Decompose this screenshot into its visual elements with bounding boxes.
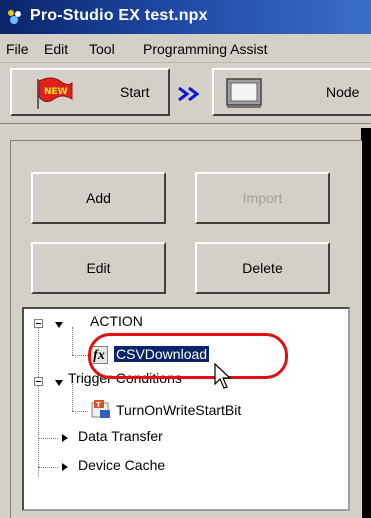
menu-programming-assist[interactable]: Programming Assist	[143, 41, 267, 57]
collapse-toggle[interactable]	[34, 319, 43, 328]
trigger-icon: T	[91, 400, 110, 418]
start-label: Start	[120, 84, 150, 100]
app-icon	[8, 10, 21, 24]
double-chevron-right-icon	[178, 87, 200, 101]
monitor-icon	[226, 78, 262, 108]
svg-text:NEW: NEW	[44, 87, 68, 97]
title-bar[interactable]: Pro-Studio EX test.npx	[0, 0, 371, 34]
window-title: Pro-Studio EX test.npx	[30, 7, 208, 24]
expanded-arrow-icon	[55, 322, 63, 328]
collapse-toggle[interactable]	[34, 377, 43, 386]
tree-line	[72, 327, 73, 355]
menu-file[interactable]: File	[6, 41, 29, 57]
expanded-arrow-icon	[55, 380, 63, 386]
import-button[interactable]: Import	[195, 172, 330, 224]
tree-line	[38, 438, 58, 439]
start-button[interactable]: NEW Start	[10, 68, 170, 116]
tree-line	[38, 322, 39, 477]
left-strip	[0, 128, 10, 518]
tree-item-action[interactable]: ACTION	[90, 313, 143, 329]
dark-edge	[361, 128, 371, 518]
toolbar: NEW Start Node	[0, 63, 371, 124]
menu-tool[interactable]: Tool	[89, 41, 115, 57]
app-window: Pro-Studio EX test.npx File Edit Tool Pr…	[0, 0, 371, 518]
tree-item-data-transfer[interactable]: Data Transfer	[78, 428, 163, 444]
add-button[interactable]: Add	[31, 172, 166, 224]
menu-edit[interactable]: Edit	[44, 41, 68, 57]
menu-bar: File Edit Tool Programming Assist	[0, 34, 371, 63]
new-flag-icon: NEW	[37, 77, 73, 109]
collapsed-arrow-icon	[62, 434, 68, 442]
node-label: Node	[326, 84, 360, 100]
delete-button[interactable]: Delete	[195, 242, 330, 294]
svg-text:T: T	[96, 401, 101, 409]
tree-line	[38, 467, 58, 468]
edit-button[interactable]: Edit	[31, 242, 166, 294]
tree-line	[72, 411, 88, 412]
mouse-cursor-icon	[214, 362, 232, 389]
node-button[interactable]: Node	[212, 68, 371, 116]
highlight-ellipse	[88, 333, 288, 379]
tree-item-device-cache[interactable]: Device Cache	[78, 457, 165, 473]
tree-line	[72, 355, 88, 356]
tree-item-turnonwritestartbit[interactable]: TurnOnWriteStartBit	[116, 402, 241, 418]
collapsed-arrow-icon	[62, 463, 68, 471]
